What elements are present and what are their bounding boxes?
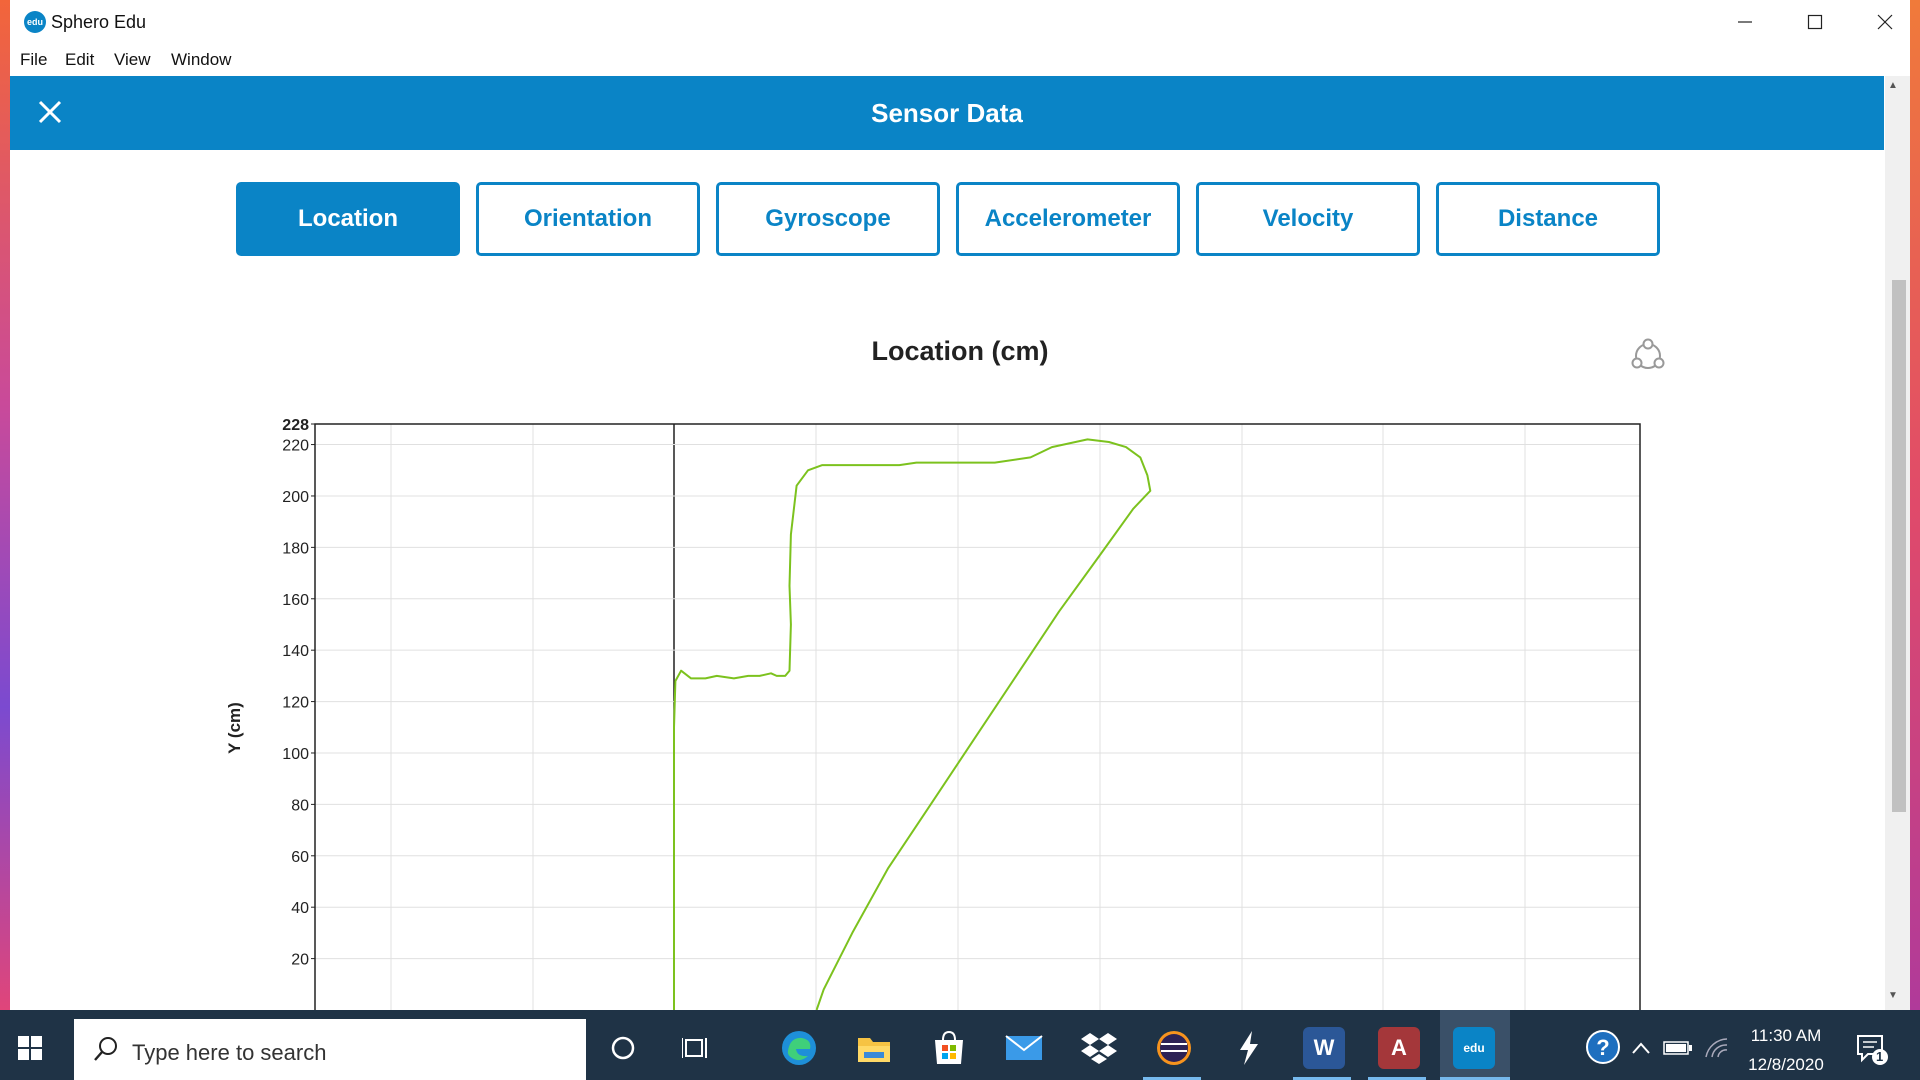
plot-frame [314, 423, 1641, 1010]
eclipse-button[interactable] [1153, 1027, 1195, 1069]
store-button[interactable] [928, 1027, 970, 1069]
y-tick-label: 20 [291, 952, 309, 969]
cortana-icon [611, 1036, 635, 1060]
y-tick-label: 200 [282, 489, 309, 506]
help-icon: ? [1586, 1030, 1620, 1064]
y-tick-label: 180 [282, 540, 309, 557]
sphero-edu-taskbar-button[interactable]: edu [1453, 1027, 1495, 1069]
task-view-button[interactable] [675, 1027, 717, 1069]
app-lightning-button[interactable] [1228, 1027, 1270, 1069]
chevron-up-icon [1632, 1042, 1650, 1054]
windows-icon [18, 1036, 42, 1060]
action-center-button[interactable]: 1 [1850, 1027, 1894, 1069]
sphero-edu-icon: edu [1463, 1041, 1485, 1055]
svg-text:?: ? [1596, 1035, 1609, 1060]
mail-icon [1005, 1035, 1043, 1060]
wifi-icon [1705, 1038, 1728, 1058]
edge-browser-button[interactable] [778, 1027, 820, 1069]
clock-date[interactable]: 12/8/2020 [1736, 1055, 1836, 1075]
file-explorer-button[interactable] [853, 1027, 895, 1069]
show-hidden-icons-button[interactable] [1626, 1027, 1656, 1069]
y-tick-label: 60 [291, 849, 309, 866]
dropbox-button[interactable] [1078, 1027, 1120, 1069]
task-view-icon [682, 1038, 707, 1058]
y-tick-label: 228 [282, 417, 309, 434]
dropbox-icon [1081, 1033, 1117, 1064]
notification-count: 1 [1876, 1049, 1884, 1064]
y-axis-label: Y (cm) [225, 702, 244, 754]
location-path-series [673, 438, 1152, 1010]
y-tick-label: 140 [282, 643, 309, 660]
y-tick-label: 160 [282, 592, 309, 609]
help-button[interactable]: ? [1583, 1027, 1625, 1069]
mail-button[interactable] [1003, 1027, 1045, 1069]
battery-icon [1663, 1041, 1692, 1055]
y-tick-label: 80 [291, 797, 309, 814]
word-icon: W [1313, 1035, 1335, 1060]
y-tick-label: 40 [291, 900, 309, 917]
cortana-button[interactable] [602, 1027, 644, 1069]
eclipse-icon [1157, 1031, 1191, 1065]
access-icon: A [1391, 1035, 1407, 1060]
battery-status[interactable] [1660, 1027, 1696, 1069]
lightning-icon [1240, 1031, 1258, 1065]
store-icon [935, 1030, 963, 1064]
clock-time[interactable]: 11:30 AM [1736, 1026, 1836, 1046]
search-icon [92, 1035, 120, 1063]
folder-icon [858, 1038, 890, 1062]
location-chart: 228 220 200 180 160 140 120 100 80 60 40 20 Y (cm) [225, 417, 1641, 1010]
wifi-status[interactable] [1698, 1027, 1734, 1069]
search-placeholder: Type here to search [132, 1040, 327, 1065]
edge-icon [782, 1031, 816, 1065]
word-button[interactable]: W [1303, 1027, 1345, 1069]
y-tick-label: 120 [282, 695, 309, 712]
access-button[interactable]: A [1378, 1027, 1420, 1069]
y-tick-label: 220 [282, 438, 309, 455]
start-button[interactable] [18, 1036, 42, 1060]
y-tick-label: 100 [282, 746, 309, 763]
notification-icon [1857, 1035, 1888, 1065]
